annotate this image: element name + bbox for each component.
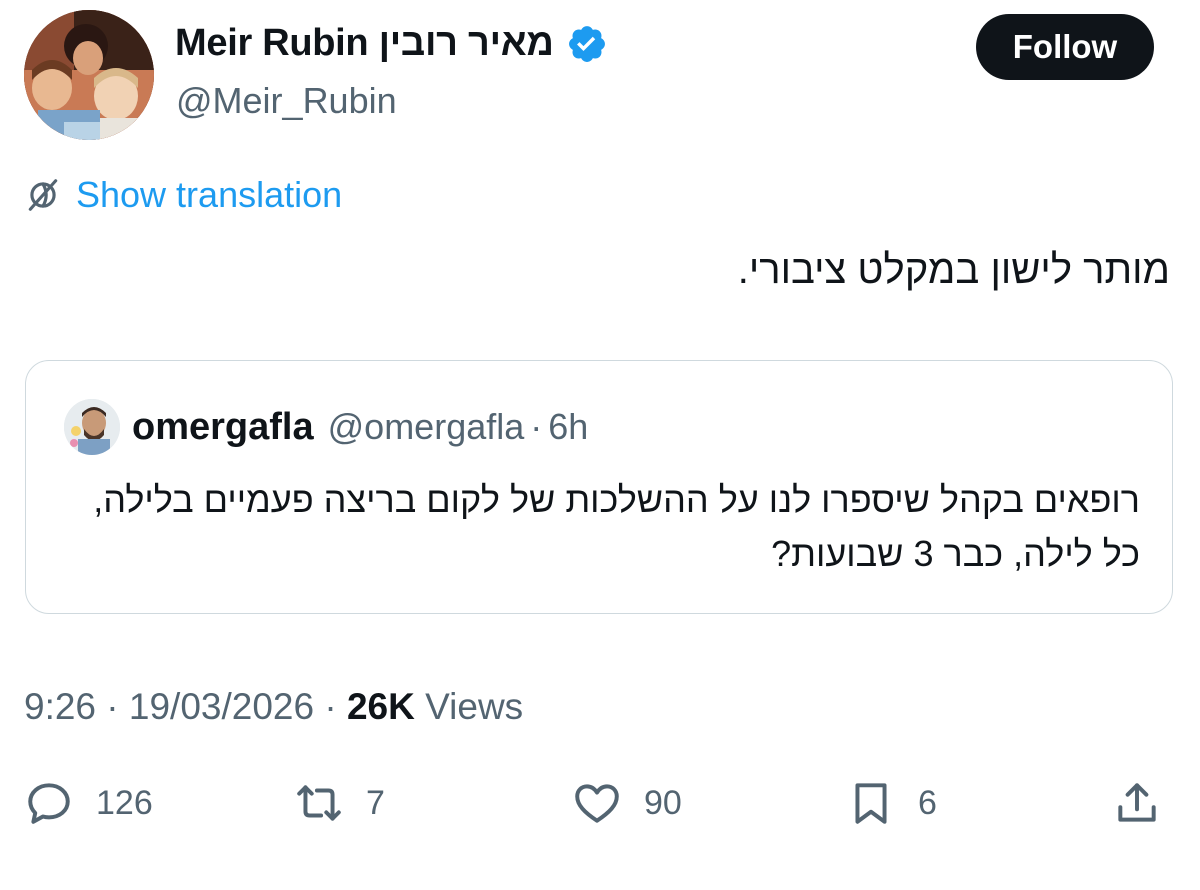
- follow-button[interactable]: Follow: [976, 14, 1154, 80]
- share-icon: [1112, 778, 1162, 828]
- quoted-author-handle[interactable]: @omergafla: [328, 406, 525, 448]
- retweet-button[interactable]: 7: [294, 778, 385, 828]
- heart-icon: [572, 778, 622, 828]
- bookmark-count: 6: [918, 783, 937, 822]
- like-button[interactable]: 90: [572, 778, 682, 828]
- quoted-tweet-header: omergafla @omergafla · 6h: [64, 399, 588, 455]
- author-avatar[interactable]: [24, 10, 154, 140]
- reply-count: 126: [96, 783, 153, 822]
- tweet-meta: 9:26 · 19/03/2026 · 26K Views: [24, 686, 523, 728]
- author-name[interactable]: Meir Rubin מאיר רובין: [175, 22, 554, 65]
- tweet-time[interactable]: 9:26: [24, 686, 96, 727]
- like-count: 90: [644, 783, 682, 822]
- views-label[interactable]: Views: [425, 686, 523, 727]
- quoted-separator: ·: [530, 406, 543, 447]
- verified-badge-icon: [566, 23, 608, 65]
- show-translation-link[interactable]: Show translation: [24, 174, 342, 216]
- views-count[interactable]: 26K: [347, 686, 415, 727]
- retweet-count: 7: [366, 783, 385, 822]
- quoted-author-name[interactable]: omergafla: [132, 406, 314, 449]
- tweet-date[interactable]: 19/03/2026: [129, 686, 314, 727]
- retweet-icon: [294, 778, 344, 828]
- author-handle[interactable]: @Meir_Rubin: [176, 80, 397, 122]
- reply-icon: [24, 778, 74, 828]
- meta-separator: ·: [324, 686, 337, 727]
- author-name-row[interactable]: Meir Rubin מאיר רובין: [175, 22, 608, 65]
- tweet-text: מותר לישון במקלט ציבורי.: [737, 248, 1170, 292]
- globe-icon: [24, 176, 62, 214]
- quoted-tweet-text: רופאים בקהל שיספרו לנו על ההשלכות של לקו…: [93, 479, 1140, 574]
- share-button[interactable]: [1112, 778, 1162, 828]
- quoted-tweet[interactable]: omergafla @omergafla · 6h רופאים בקהל שי…: [25, 360, 1173, 614]
- show-translation-label: Show translation: [76, 174, 343, 215]
- meta-separator: ·: [106, 686, 119, 727]
- quoted-author-avatar[interactable]: [64, 399, 120, 455]
- quoted-timestamp[interactable]: 6h: [548, 406, 588, 448]
- bookmark-icon: [846, 778, 896, 828]
- bookmark-button[interactable]: 6: [846, 778, 937, 828]
- reply-button[interactable]: 126: [24, 778, 153, 828]
